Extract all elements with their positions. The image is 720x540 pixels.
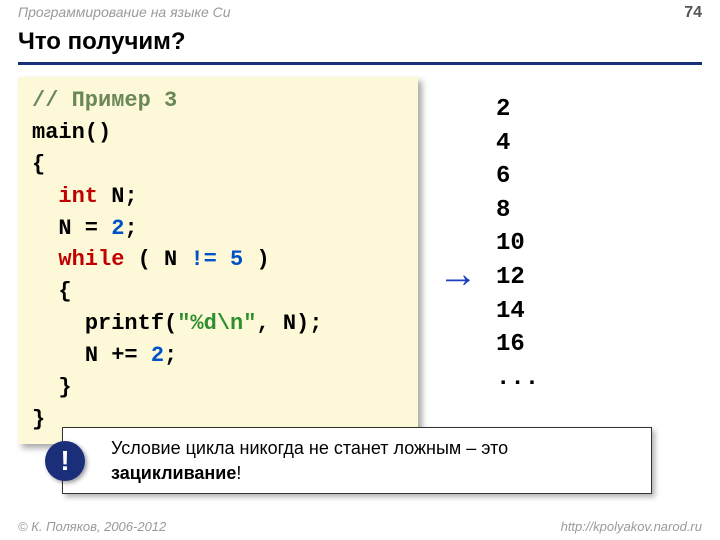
output-line: 14 (496, 295, 539, 329)
code-line: while ( N != 5 ) (32, 244, 404, 276)
output-line: 4 (496, 127, 539, 161)
title-underline (18, 62, 702, 65)
content-area: // Пример 3 main() { int N; N = 2; while… (0, 77, 720, 444)
code-line: int N; (32, 181, 404, 213)
code-line: main() (32, 117, 404, 149)
warning-suffix: ! (236, 463, 241, 483)
code-line: { (32, 276, 404, 308)
warning-callout: ! Условие цикла никогда не станет ложным… (62, 427, 652, 494)
code-comment: // Пример 3 (32, 88, 177, 113)
output-line: 12 (496, 261, 539, 295)
output-line: 2 (496, 93, 539, 127)
copyright: © К. Поляков, 2006-2012 (18, 519, 166, 534)
code-line: N = 2; (32, 213, 404, 245)
output-line: 10 (496, 227, 539, 261)
page-title: Что получим? (0, 24, 720, 62)
output-column: → 2 4 6 8 10 12 14 16 ... (438, 93, 539, 395)
exclamation-icon: ! (45, 441, 85, 481)
output-line: 16 (496, 328, 539, 362)
output-line: ... (496, 362, 539, 396)
arrow-icon: → (438, 254, 478, 294)
code-example: // Пример 3 main() { int N; N = 2; while… (18, 77, 418, 444)
code-line: } (32, 372, 404, 404)
header-bar: Программирование на языке Си 74 (0, 0, 720, 24)
output-line: 6 (496, 160, 539, 194)
warning-keyword: зацикливание (111, 463, 236, 483)
code-line: { (32, 149, 404, 181)
page-number: 74 (684, 4, 702, 22)
footer-url: http://kpolyakov.narod.ru (561, 519, 702, 534)
program-output: 2 4 6 8 10 12 14 16 ... (496, 93, 539, 395)
footer: © К. Поляков, 2006-2012 http://kpolyakov… (0, 519, 720, 534)
course-title: Программирование на языке Си (18, 4, 231, 22)
code-line: printf("%d\n", N); (32, 308, 404, 340)
warning-text: Условие цикла никогда не станет ложным –… (111, 438, 508, 458)
code-line: N += 2; (32, 340, 404, 372)
output-line: 8 (496, 194, 539, 228)
